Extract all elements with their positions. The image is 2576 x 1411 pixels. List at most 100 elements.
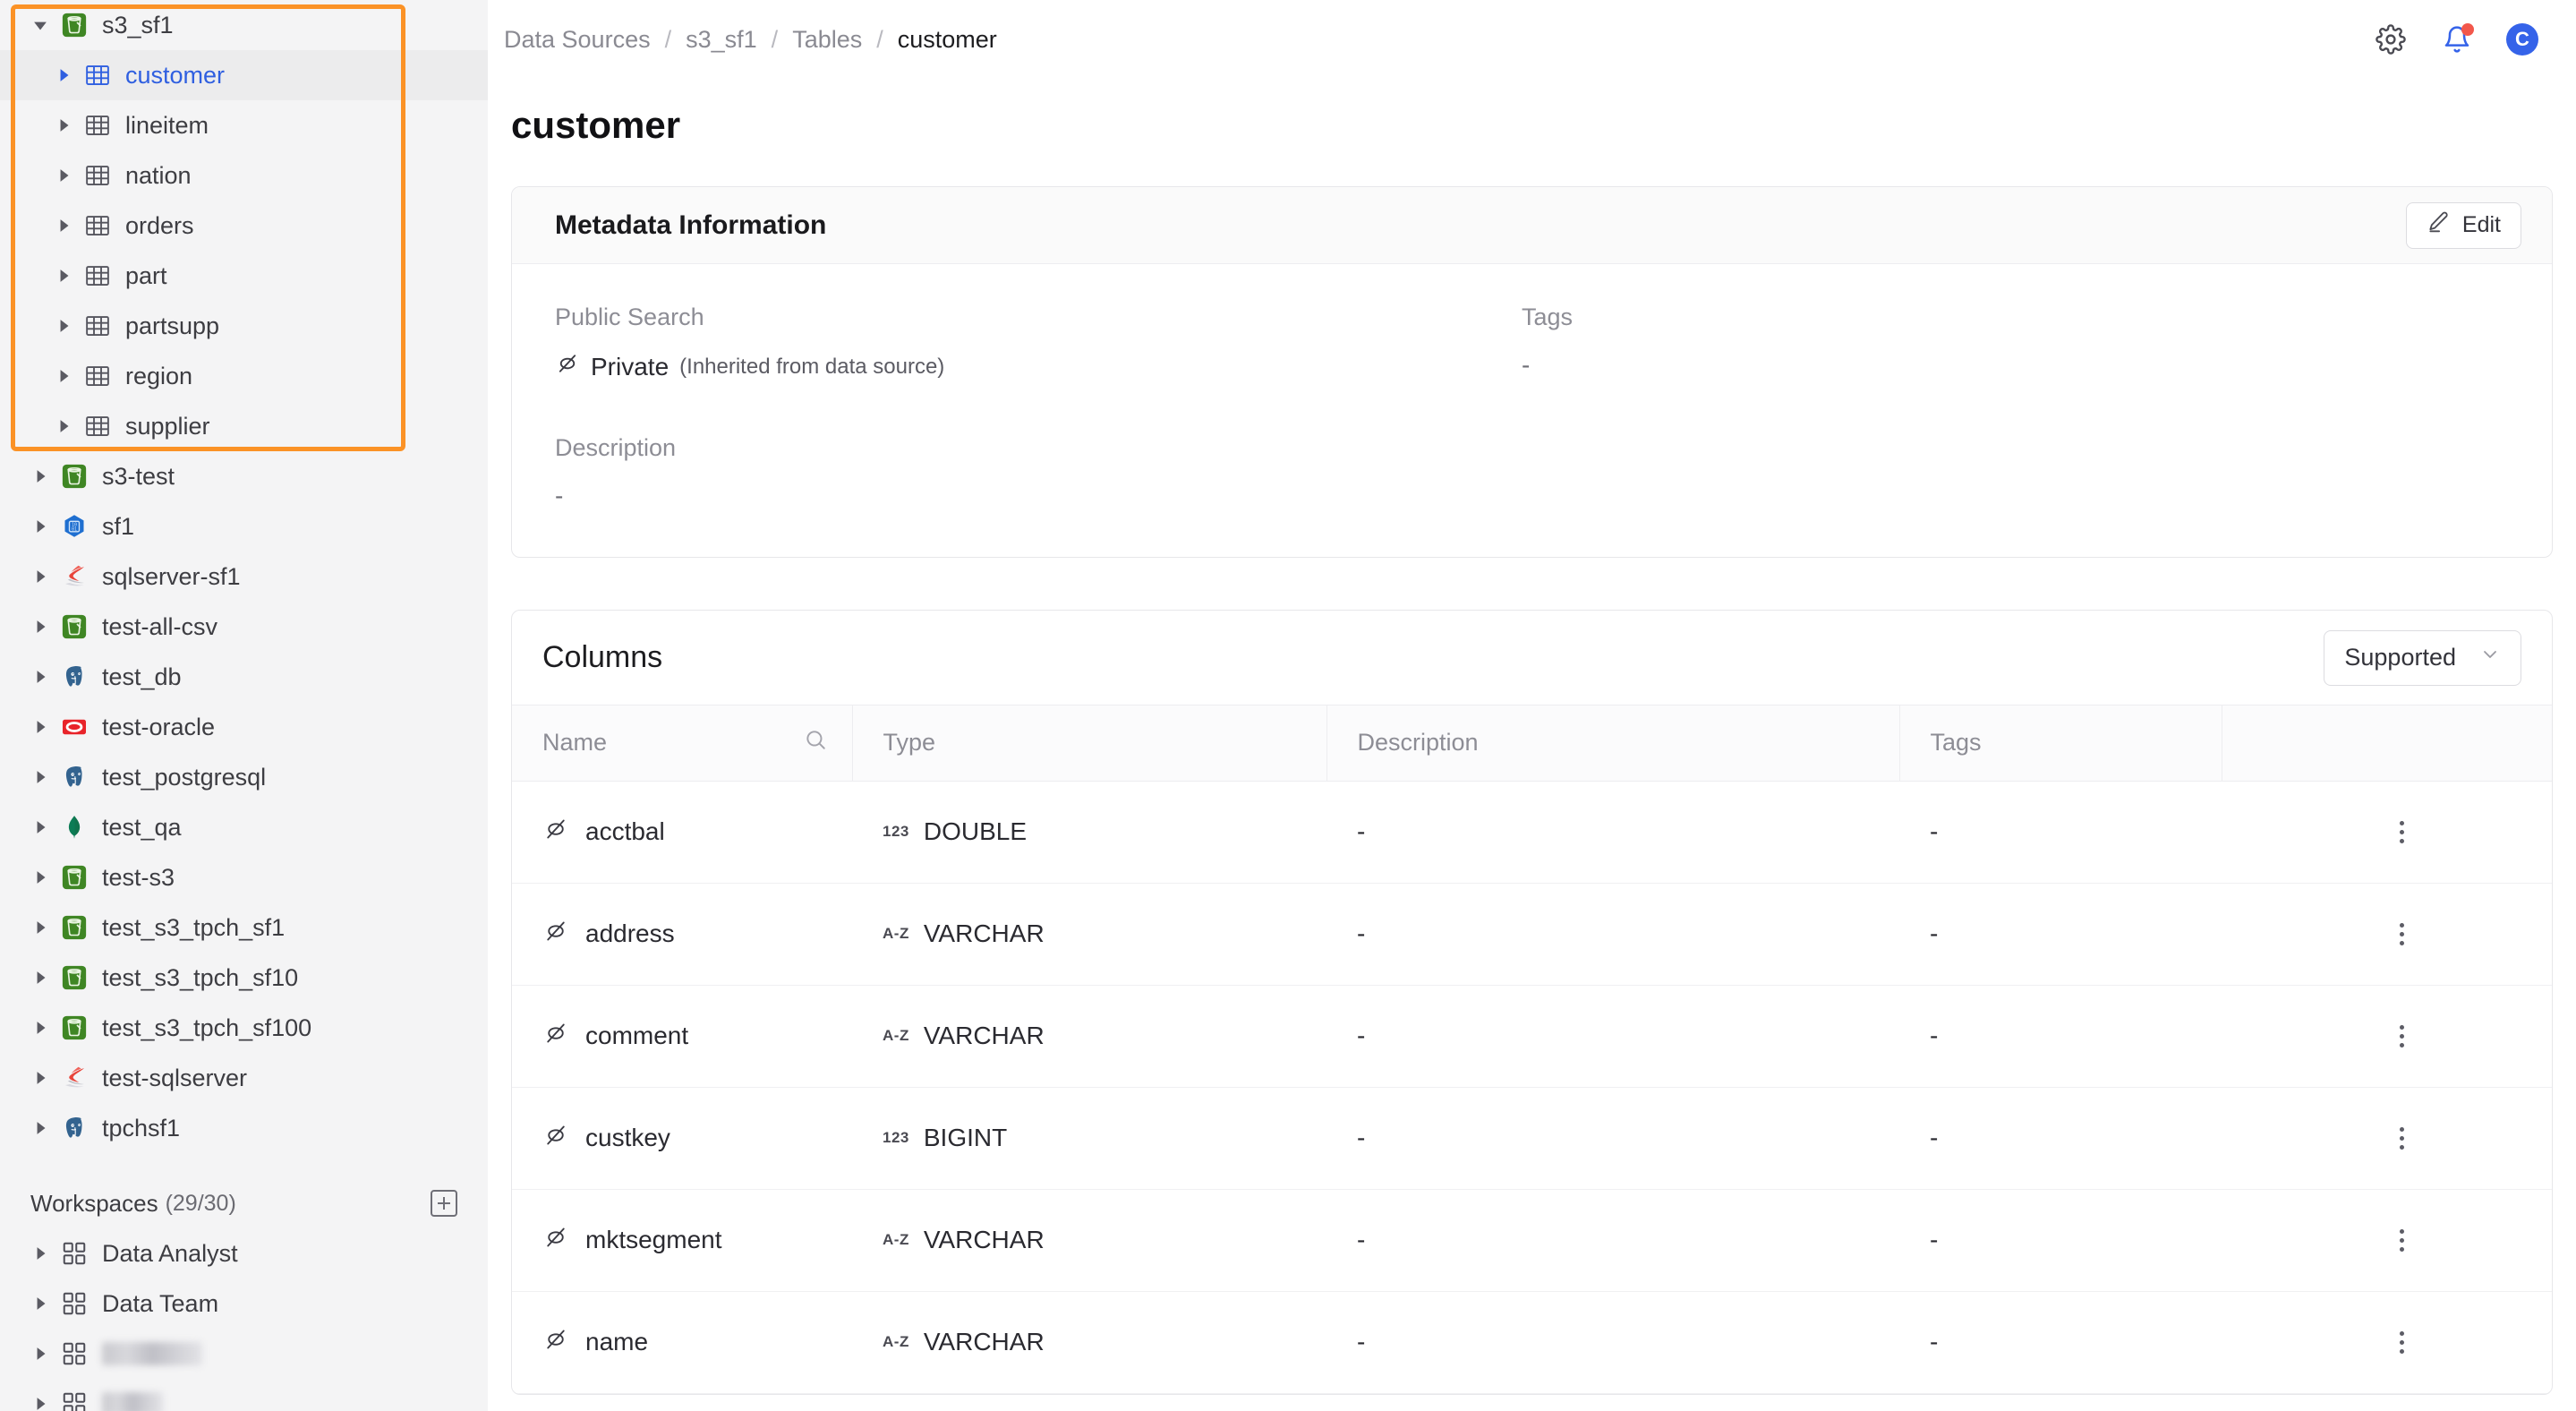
breadcrumb-separator: / [771, 25, 779, 53]
kebab-menu-icon[interactable] [2252, 922, 2552, 945]
tree-item-test-sqlserver[interactable]: test-sqlserver [0, 1053, 488, 1103]
description-field: Description - [555, 434, 2509, 510]
chevron-right-icon[interactable] [30, 1294, 54, 1313]
chevron-down-icon[interactable] [30, 15, 54, 35]
chevron-right-icon[interactable] [30, 968, 54, 988]
table-row[interactable]: address A-Z VARCHAR - - [512, 883, 2552, 986]
chevron-right-icon[interactable] [30, 868, 54, 887]
chevron-right-icon[interactable] [30, 817, 54, 837]
chevron-right-icon[interactable] [54, 115, 77, 135]
table-row[interactable]: comment A-Z VARCHAR - - [512, 985, 2552, 1088]
tree-item-orders[interactable]: orders [0, 201, 488, 251]
chevron-right-icon[interactable] [30, 517, 54, 536]
chevron-right-icon[interactable] [30, 717, 54, 737]
chevron-right-icon[interactable] [54, 65, 77, 85]
breadcrumb-item-tables[interactable]: Tables [792, 26, 862, 54]
tree-item-test-s3-tpch-sf10[interactable]: test_s3_tpch_sf10 [0, 953, 488, 1003]
tree-item-supplier[interactable]: supplier [0, 401, 488, 451]
tree-item-nation[interactable]: nation [0, 150, 488, 201]
workspace-item-data-analyst[interactable]: Data Analyst [0, 1228, 488, 1278]
tree-item-test-s3-tpch-sf1[interactable]: test_s3_tpch_sf1 [0, 902, 488, 953]
column-actions-cell [2222, 1189, 2552, 1292]
chevron-right-icon[interactable] [54, 316, 77, 336]
add-workspace-icon[interactable] [431, 1190, 457, 1217]
chevron-down-icon [2479, 644, 2501, 671]
edit-metadata-button[interactable]: Edit [2405, 201, 2521, 249]
tree-item-test-db[interactable]: test_db [0, 652, 488, 702]
s3-bucket-icon [61, 964, 88, 991]
kebab-menu-icon[interactable] [2252, 1126, 2552, 1150]
tree-item-test-s3-tpch-sf100[interactable]: test_s3_tpch_sf100 [0, 1003, 488, 1053]
column-header-name[interactable]: Name [512, 706, 853, 782]
kebab-menu-icon[interactable] [2252, 820, 2552, 843]
columns-table: Name Type Description Tags acctbal 123 D… [512, 706, 2552, 1394]
chevron-right-icon[interactable] [30, 466, 54, 486]
chevron-right-icon[interactable] [30, 1394, 54, 1411]
chevron-right-icon[interactable] [54, 216, 77, 235]
tree-item-s3-sf1[interactable]: s3_sf1 [0, 0, 488, 50]
chevron-right-icon[interactable] [54, 366, 77, 386]
search-icon[interactable] [804, 728, 852, 757]
tree-item-partsupp[interactable]: partsupp [0, 301, 488, 351]
table-row[interactable]: acctbal 123 DOUBLE - - [512, 781, 2552, 884]
tree-item-test-qa[interactable]: test_qa [0, 802, 488, 852]
column-header-tags[interactable]: Tags [1899, 706, 2222, 782]
column-actions-cell [2222, 781, 2552, 884]
chevron-right-icon[interactable] [30, 567, 54, 586]
chevron-right-icon[interactable] [30, 1244, 54, 1263]
column-header-description[interactable]: Description [1326, 706, 1900, 782]
chevron-right-icon[interactable] [30, 767, 54, 787]
column-name-label: address [585, 919, 675, 947]
kebab-menu-icon[interactable] [2252, 1228, 2552, 1252]
chevron-right-icon[interactable] [30, 1118, 54, 1138]
tree-item-s3-test[interactable]: s3-test [0, 451, 488, 501]
chevron-right-icon[interactable] [30, 617, 54, 637]
tree-item-label: test-all-csv [102, 612, 218, 640]
bell-icon[interactable] [2440, 22, 2474, 56]
chevron-right-icon[interactable] [54, 266, 77, 286]
chevron-right-icon[interactable] [30, 1344, 54, 1364]
columns-card-title: Columns [542, 640, 663, 674]
tree-item-region[interactable]: region [0, 351, 488, 401]
breadcrumb-item-data-sources[interactable]: Data Sources [504, 26, 651, 54]
kebab-menu-icon[interactable] [2252, 1330, 2552, 1354]
mongodb-icon [61, 814, 88, 841]
tree-item-test-s3[interactable]: test-s3 [0, 852, 488, 902]
avatar[interactable]: C [2506, 23, 2538, 56]
breadcrumb-item-s3_sf1[interactable]: s3_sf1 [686, 26, 757, 54]
chevron-right-icon[interactable] [54, 416, 77, 436]
tree-item-label: test_s3_tpch_sf100 [102, 1013, 312, 1041]
workspace-item-redacted[interactable] [0, 1379, 488, 1411]
s3-bucket-icon [61, 463, 88, 490]
kebab-menu-icon[interactable] [2252, 1024, 2552, 1048]
tree-item-label: supplier [125, 412, 210, 440]
table-row[interactable]: mktsegment A-Z VARCHAR - - [512, 1189, 2552, 1292]
tree-item-label: test-sqlserver [102, 1064, 248, 1091]
tree-item-test-postgresql[interactable]: test_postgresql [0, 752, 488, 802]
tree-item-label: s3_sf1 [102, 11, 174, 38]
chevron-right-icon[interactable] [30, 1018, 54, 1038]
table-row[interactable]: name A-Z VARCHAR - - [512, 1291, 2552, 1394]
columns-filter-select[interactable]: Supported [2324, 629, 2521, 686]
column-header-type[interactable]: Type [852, 706, 1327, 782]
data-source-icon: 10 01 [61, 513, 88, 540]
tree-item-sf1[interactable]: 10 01 sf1 [0, 501, 488, 552]
tree-item-tpchsf1[interactable]: tpchsf1 [0, 1103, 488, 1153]
number-type-icon: 123 [883, 1129, 909, 1146]
workspace-item-data-team[interactable]: Data Team [0, 1278, 488, 1329]
chevron-right-icon[interactable] [54, 166, 77, 185]
tree-item-test-all-csv[interactable]: test-all-csv [0, 602, 488, 652]
tree-item-customer[interactable]: customer [0, 50, 488, 100]
table-icon [84, 312, 111, 339]
chevron-right-icon[interactable] [30, 1068, 54, 1088]
tree-item-sqlserver-sf1[interactable]: sqlserver-sf1 [0, 552, 488, 602]
tree-item-part[interactable]: part [0, 251, 488, 301]
chevron-right-icon[interactable] [30, 918, 54, 937]
chevron-right-icon[interactable] [30, 667, 54, 687]
tree-item-lineitem[interactable]: lineitem [0, 100, 488, 150]
table-row[interactable]: custkey 123 BIGINT - - [512, 1087, 2552, 1190]
public-search-field: Public Search Private (Inherited from da… [555, 304, 1522, 382]
gear-icon[interactable] [2374, 22, 2408, 56]
tree-item-test-oracle[interactable]: test-oracle [0, 702, 488, 752]
workspace-item-redacted[interactable] [0, 1329, 488, 1379]
